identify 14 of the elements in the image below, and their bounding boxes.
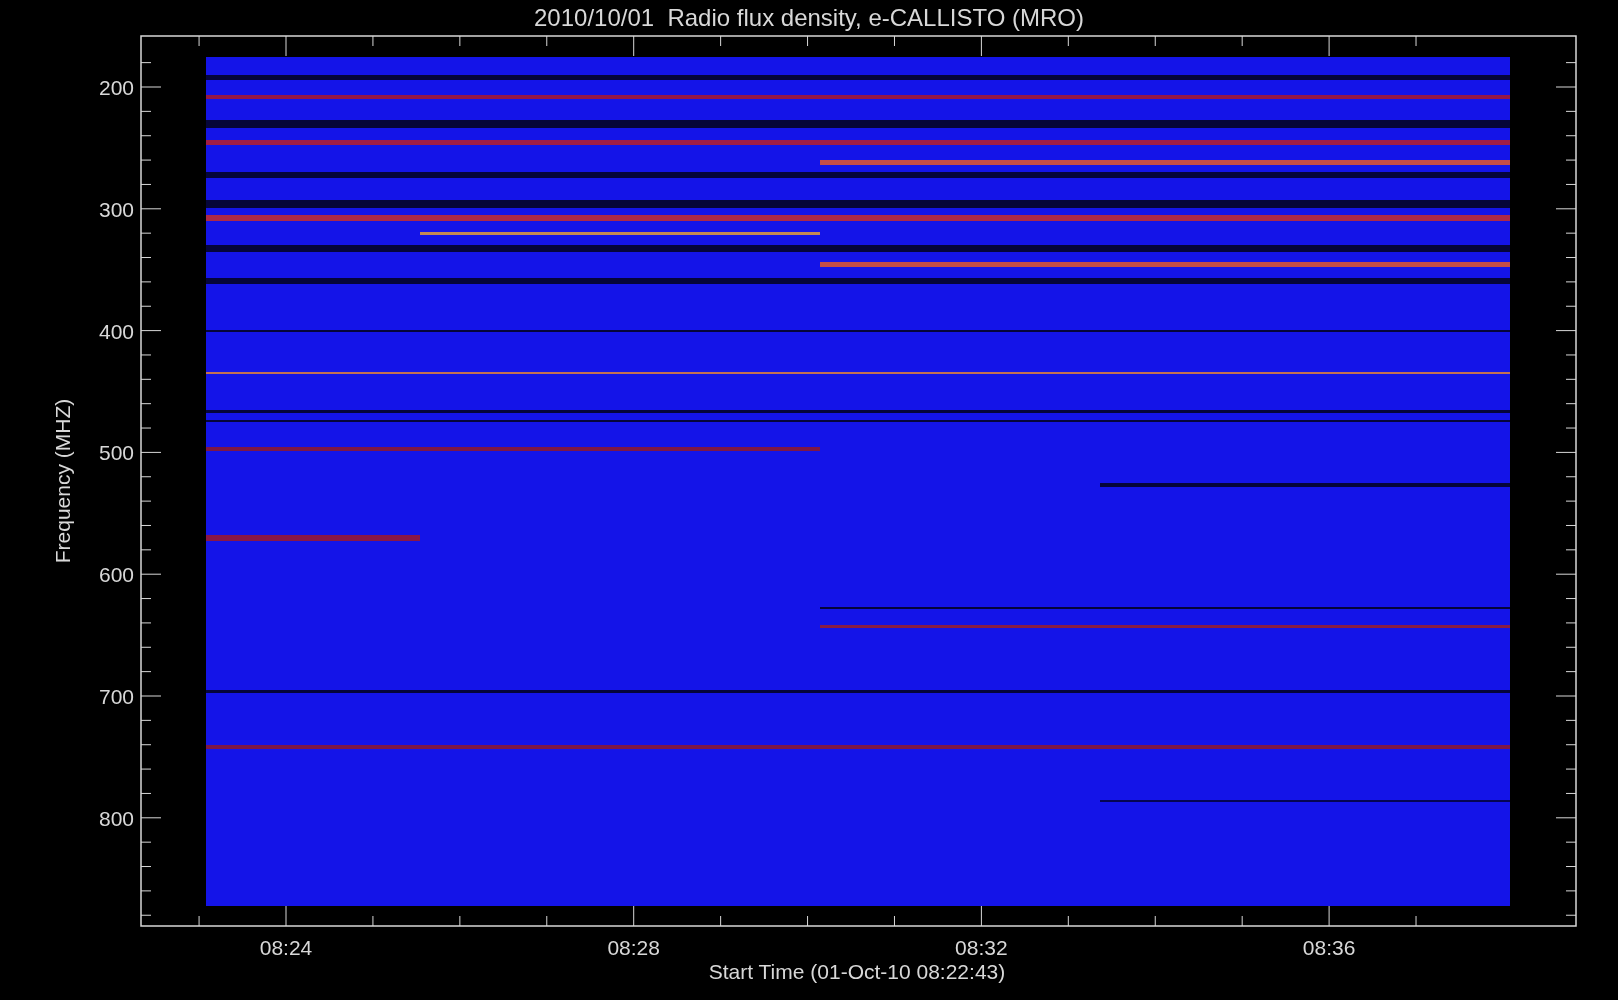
y-tick-label: 600	[98, 563, 134, 587]
chart-title: 2010/10/01 Radio flux density, e-CALLISTO (MRO)	[534, 4, 1084, 31]
y-tick-label: 400	[98, 319, 134, 343]
y-axis-label: Frequency (MHZ)	[51, 398, 74, 564]
x-tick-label: 08:32	[955, 936, 1008, 959]
y-tick-label: 800	[98, 806, 134, 830]
y-tick-label: 500	[98, 441, 134, 465]
x-tick-label: 08:36	[1302, 936, 1356, 959]
y-tick-label: 700	[98, 685, 134, 708]
x-tick-label: 08:24	[259, 936, 313, 959]
y-tick-label: 200	[98, 76, 134, 99]
x-tick-label: 08:28	[607, 936, 660, 959]
x-axis-label: Start Time (01-Oct-10 08:22:43)	[708, 960, 1006, 983]
y-tick-label: 300	[98, 197, 134, 221]
